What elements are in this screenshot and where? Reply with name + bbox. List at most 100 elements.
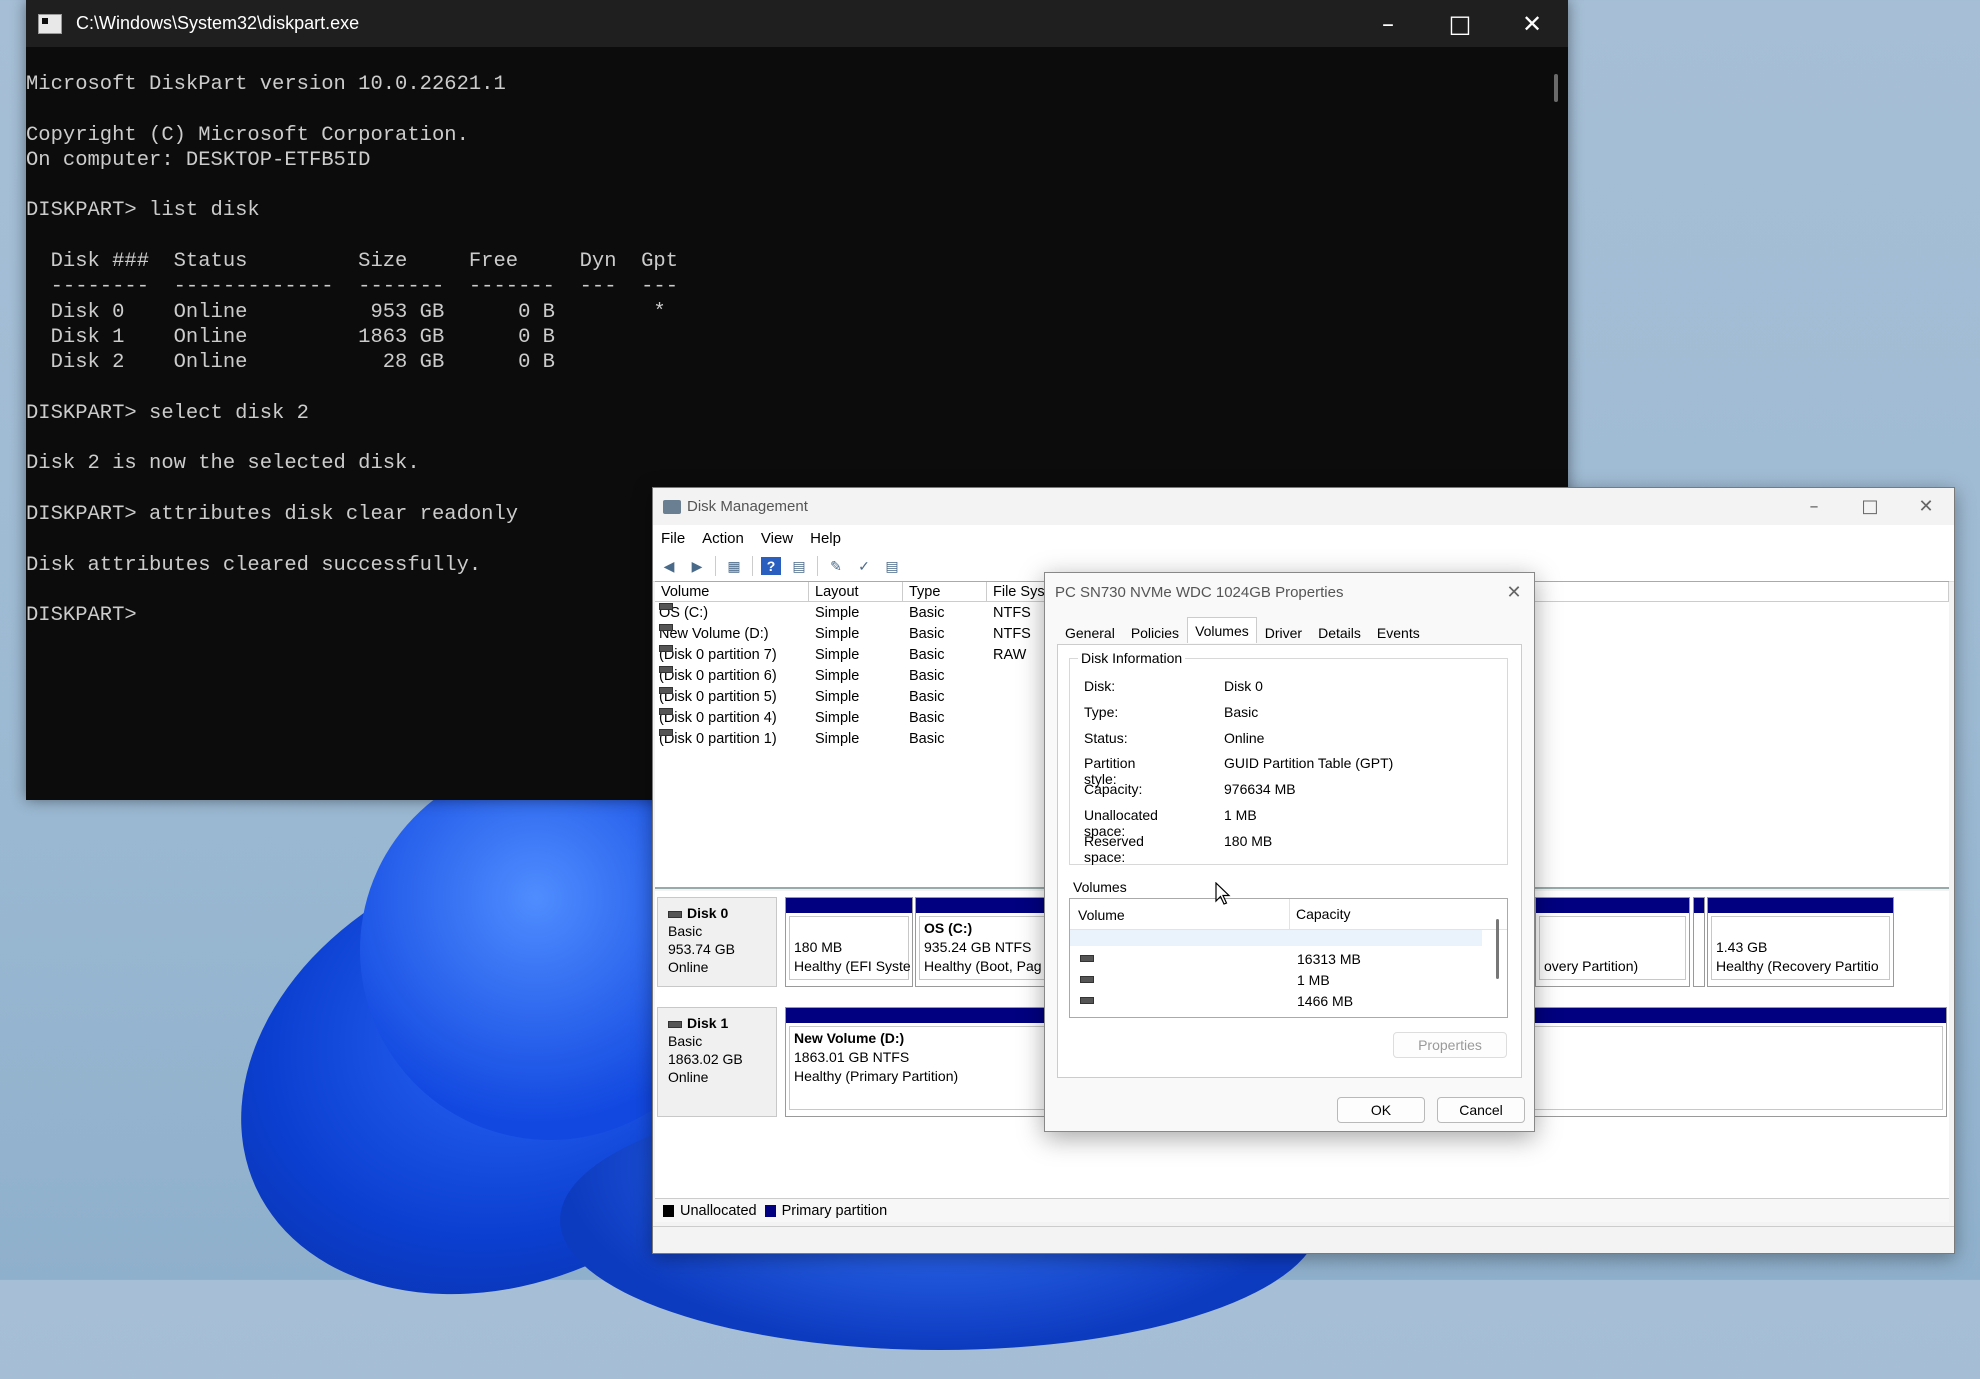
tab-details[interactable]: Details [1310, 619, 1369, 645]
disk1-status: Online [668, 1069, 709, 1085]
volume-layout: Simple [815, 605, 860, 621]
console-line: DISKPART> select disk 2 [26, 401, 309, 425]
volume-icon [659, 645, 673, 652]
column-volume[interactable]: Volume [655, 582, 809, 602]
menu-view[interactable]: View [761, 530, 793, 547]
connect-icon[interactable]: ✎ [826, 557, 846, 575]
list-cell-capacity: 1 MB [1297, 972, 1330, 988]
console-scrollbar[interactable] [1554, 74, 1558, 102]
volume-layout: Simple [815, 668, 860, 684]
minimize-icon[interactable]: – [1786, 488, 1842, 525]
mouse-cursor-icon [1215, 882, 1231, 905]
console-app-icon [38, 13, 62, 34]
legend-primary: Primary partition [781, 1202, 888, 1219]
list-row[interactable]: 1466 MB [1070, 991, 1507, 1011]
list-scrollbar[interactable] [1496, 919, 1499, 979]
diskpart-window-title: C:\Windows\System32\diskpart.exe [76, 13, 360, 33]
cancel-button[interactable]: Cancel [1437, 1097, 1525, 1123]
info-value: Online [1224, 729, 1265, 746]
console-line: Disk 2 is now the selected disk. [26, 452, 420, 476]
volume-icon [659, 624, 673, 631]
unallocated-swatch [663, 1204, 674, 1217]
disk1-size: 1863.02 GB [668, 1051, 743, 1067]
tab-driver[interactable]: Driver [1257, 619, 1310, 645]
disk0-partition-recovery-a[interactable]: overy Partition) [1535, 897, 1690, 987]
volume-label: (Disk 0 partition 6) [659, 668, 777, 684]
properties-icon[interactable]: ▤ [882, 557, 902, 575]
console-line: Disk 0 Online 953 GB 0 B * [26, 300, 666, 324]
console-line: Disk 2 Online 28 GB 0 B [26, 351, 555, 375]
volumes-list-header: Volume Capacity [1070, 899, 1507, 930]
back-arrow-icon[interactable]: ◀ [659, 557, 679, 575]
check-icon[interactable]: ✓ [854, 557, 874, 575]
dm-titlebar: Disk Management – □ ✕ [653, 488, 1954, 525]
maximize-icon[interactable]: □ [1842, 488, 1898, 525]
help-icon[interactable]: ? [761, 557, 781, 575]
ok-button[interactable]: OK [1337, 1097, 1425, 1123]
disk0-header[interactable]: Disk 0 Basic 953.74 GB Online [657, 897, 777, 987]
volumes-list[interactable]: Volume Capacity 16313 MB 1 MB 1466 MB [1069, 898, 1508, 1018]
volume-label: (Disk 0 partition 5) [659, 689, 777, 705]
tab-events[interactable]: Events [1369, 619, 1428, 645]
list-row[interactable]: 1 MB [1070, 970, 1507, 990]
volumes-label: Volumes [1073, 879, 1127, 895]
list-row-selected[interactable] [1070, 930, 1482, 946]
menu-file[interactable]: File [661, 530, 685, 547]
volume-type: Basic [909, 689, 945, 705]
volume-label: (Disk 0 partition 7) [659, 647, 777, 663]
maximize-icon[interactable]: □ [1424, 0, 1496, 47]
volume-name: OS (C:) [659, 603, 708, 624]
status-bar [653, 1226, 1954, 1253]
console-line: Copyright (C) Microsoft Corporation. [26, 123, 469, 147]
list-cell-capacity: 16313 MB [1297, 951, 1361, 967]
dm-window-title: Disk Management [687, 498, 808, 515]
column-type[interactable]: Type [903, 582, 987, 602]
info-key: Capacity: [1084, 781, 1143, 798]
console-line: DISKPART> list disk [26, 199, 260, 223]
menu-action[interactable]: Action [702, 530, 744, 547]
info-value: 180 MB [1224, 832, 1273, 849]
disk0-partition-recovery-b[interactable]: 1.43 GB Healthy (Recovery Partitio [1707, 897, 1894, 987]
list-cell-capacity: 1466 MB [1297, 993, 1354, 1009]
tab-general[interactable]: General [1057, 619, 1123, 645]
disk0-partition-small[interactable] [1693, 897, 1705, 987]
console-line: Disk 1 Online 1863 GB 0 B [26, 325, 555, 349]
volume-name: (Disk 0 partition 1) [659, 729, 777, 750]
diskpart-titlebar: C:\Windows\System32\diskpart.exe – □ ✕ [26, 0, 1568, 47]
console-line: On computer: DESKTOP-ETFB5ID [26, 148, 371, 172]
info-key: Type: [1084, 703, 1119, 720]
volume-icon [659, 666, 673, 673]
disk1-header[interactable]: Disk 1 Basic 1863.02 GB Online [657, 1007, 777, 1117]
volume-name: (Disk 0 partition 5) [659, 687, 777, 708]
tab-volumes[interactable]: Volumes [1187, 617, 1257, 643]
forward-arrow-icon[interactable]: ▶ [687, 557, 707, 575]
disk-list-icon[interactable]: ▤ [789, 557, 809, 575]
close-icon[interactable]: ✕ [1898, 488, 1954, 525]
tab-policies[interactable]: Policies [1123, 619, 1187, 645]
minimize-icon[interactable]: – [1352, 0, 1424, 47]
console-tree-icon[interactable]: ▦ [724, 557, 744, 575]
disk0-partition-efi[interactable]: 180 MB Healthy (EFI Syste [785, 897, 913, 987]
volume-layout: Simple [815, 689, 860, 705]
close-icon[interactable]: ✕ [1494, 582, 1534, 603]
list-row[interactable]: 16313 MB [1070, 949, 1507, 969]
volume-type: Basic [909, 731, 945, 747]
console-line: Microsoft DiskPart version 10.0.22621.1 [26, 73, 506, 96]
list-header-volume[interactable]: Volume [1078, 907, 1125, 923]
disk-information-group: Disk Information Disk: Disk 0 Type: Basic St… [1069, 650, 1508, 865]
column-layout[interactable]: Layout [809, 582, 903, 602]
volume-filesystem: NTFS [993, 626, 1031, 642]
volume-layout: Simple [815, 731, 860, 747]
volume-icon [659, 729, 673, 736]
menu-help[interactable]: Help [810, 530, 841, 547]
disk-properties-dialog: PC SN730 NVMe WDC 1024GB Properties ✕ Ge… [1044, 572, 1535, 1132]
primary-swatch [764, 1204, 776, 1217]
list-header-capacity[interactable]: Capacity [1289, 899, 1350, 929]
volume-type: Basic [909, 668, 945, 684]
volume-layout: Simple [815, 626, 860, 642]
properties-button[interactable]: Properties [1393, 1032, 1507, 1058]
disk0-type: Basic [668, 923, 703, 939]
close-icon[interactable]: ✕ [1496, 0, 1568, 47]
info-value: 1 MB [1224, 807, 1257, 823]
volume-name: (Disk 0 partition 7) [659, 645, 777, 666]
